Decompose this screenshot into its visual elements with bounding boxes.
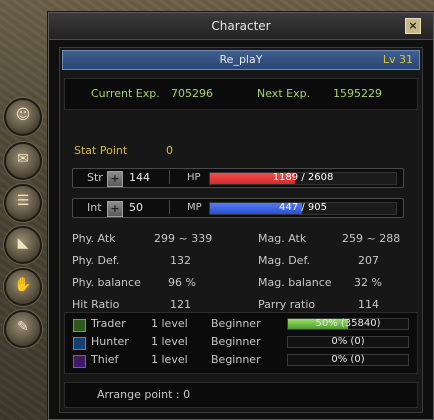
character-portrait-button[interactable]: ☺: [4, 98, 42, 136]
mag-def-value: 207: [358, 254, 379, 267]
inventory-bag-icon: ✉: [17, 151, 29, 167]
mag-atk-label: Mag. Atk: [258, 232, 307, 245]
job-level: 1 level: [151, 335, 188, 348]
trader-icon: [73, 319, 86, 332]
next-exp-label: Next Exp.: [257, 87, 311, 100]
skill-book-button[interactable]: ☰: [4, 184, 42, 222]
phy-balance-label: Phy. balance: [72, 276, 141, 289]
trade-button[interactable]: ✋: [4, 268, 42, 306]
job-progress-text: 0% (0): [331, 354, 365, 365]
hunter-icon: [73, 337, 86, 350]
job-progress-bar: 0% (0): [287, 336, 409, 348]
arrange-point-box: Arrange point : 0: [64, 382, 418, 408]
hit-ratio-value: 121: [170, 298, 191, 311]
close-button[interactable]: ×: [405, 18, 421, 34]
stat-point-label: Stat Point: [74, 144, 128, 157]
job-level: 1 level: [151, 317, 188, 330]
job-name: Trader: [91, 317, 126, 330]
mag-balance-value: 32 %: [354, 276, 382, 289]
int-plus-button[interactable]: +: [107, 201, 123, 217]
job-progress-bar: 0% (0): [287, 354, 409, 366]
int-row: Int + 50 MP 447 / 905: [72, 198, 404, 218]
str-plus-button[interactable]: +: [107, 171, 123, 187]
parry-ratio-label: Parry ratio: [258, 298, 316, 311]
character-portrait-icon: ☺: [15, 107, 31, 123]
hp-label: HP: [187, 172, 201, 183]
phy-def-label: Phy. Def.: [72, 254, 120, 267]
job-name: Thief: [91, 353, 119, 366]
job-name: Hunter: [91, 335, 129, 348]
int-value: 50: [127, 200, 170, 214]
current-exp-label: Current Exp.: [91, 87, 160, 100]
character-window: Character × Re_plaY Lv 31 Current Exp. 7…: [48, 12, 434, 420]
title-bar[interactable]: Character ×: [49, 13, 433, 40]
current-exp-value: 705296: [171, 87, 213, 100]
experience-box: Current Exp. 705296 Next Exp. 1595229: [64, 78, 418, 110]
handshake-icon: ✋: [14, 277, 32, 293]
hit-ratio-label: Hit Ratio: [72, 298, 120, 311]
inventory-button[interactable]: ✉: [4, 142, 42, 180]
mag-def-label: Mag. Def.: [258, 254, 311, 267]
mag-atk-value: 259 ~ 288: [342, 232, 401, 245]
boots-icon: ◣: [17, 235, 29, 251]
job-progress-text: 50% (35840): [315, 318, 381, 329]
job-rank: Beginner: [211, 317, 261, 330]
job-rank: Beginner: [211, 353, 261, 366]
arrange-point-label: Arrange point : 0: [97, 388, 191, 401]
parry-ratio-value: 114: [358, 298, 379, 311]
mp-bar: 447 / 905: [209, 202, 397, 215]
job-rank: Beginner: [211, 335, 261, 348]
phy-atk-label: Phy. Atk: [72, 232, 116, 245]
hp-bar: 1189 / 2608: [209, 172, 397, 185]
phy-balance-value: 96 %: [168, 276, 196, 289]
next-exp-value: 1595229: [333, 87, 382, 100]
character-name-bar: Re_plaY Lv 31: [62, 50, 420, 70]
job-list: Trader 1 level Beginner 50% (35840) Hunt…: [64, 312, 418, 374]
stat-point-value: 0: [166, 144, 173, 157]
int-label: Int: [87, 201, 102, 214]
quest-button[interactable]: ✎: [4, 310, 42, 348]
scroll-icon: ✎: [17, 319, 29, 335]
character-level: Lv 31: [382, 53, 413, 66]
phy-def-value: 132: [170, 254, 191, 267]
str-label: Str: [87, 171, 103, 184]
skill-book-icon: ☰: [16, 193, 30, 209]
phy-atk-value: 299 ~ 339: [154, 232, 213, 245]
mp-text: 447 / 905: [279, 202, 327, 213]
job-level: 1 level: [151, 353, 188, 366]
job-progress-text: 0% (0): [331, 336, 365, 347]
thief-icon: [73, 355, 86, 368]
equipment-button[interactable]: ◣: [4, 226, 42, 264]
character-panel: Re_plaY Lv 31 Current Exp. 705296 Next E…: [59, 47, 423, 413]
mp-label: MP: [187, 202, 202, 213]
mag-balance-label: Mag. balance: [258, 276, 332, 289]
str-value: 144: [127, 170, 170, 184]
window-title: Character: [211, 19, 271, 33]
str-row: Str + 144 HP 1189 / 2608: [72, 168, 404, 188]
character-name: Re_plaY: [219, 53, 263, 66]
job-progress-bar: 50% (35840): [287, 318, 409, 330]
hp-text: 1189 / 2608: [272, 172, 334, 183]
